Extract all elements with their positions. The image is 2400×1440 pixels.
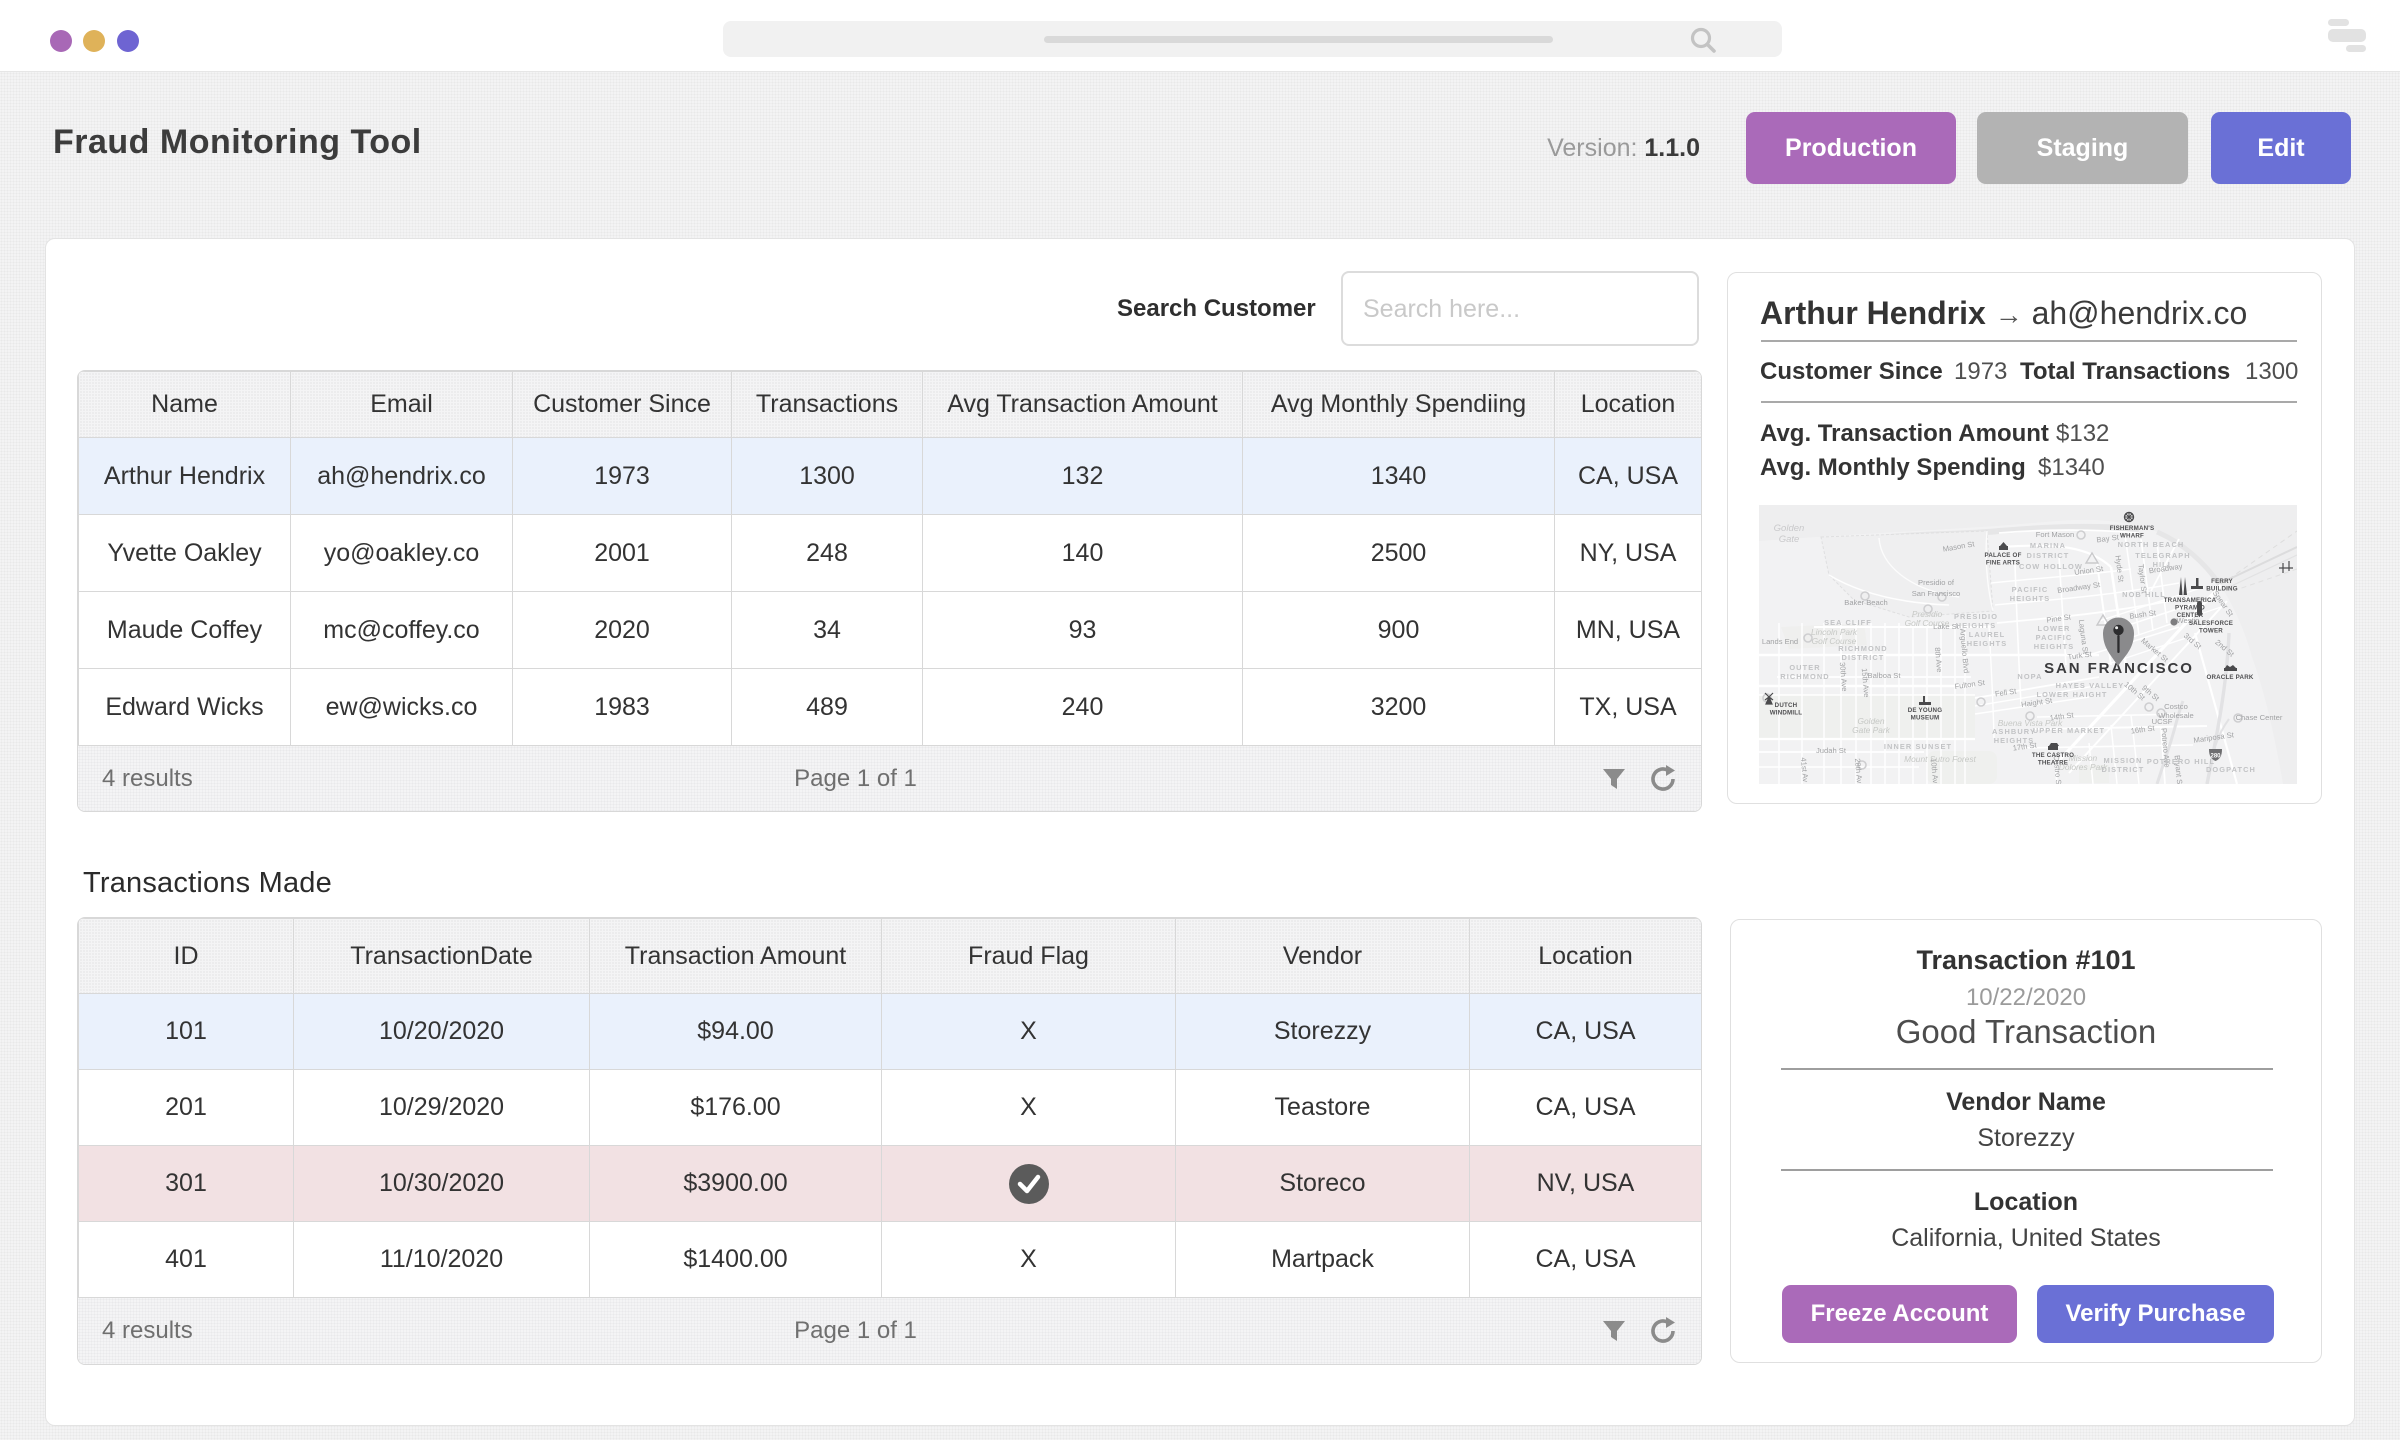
svg-text:LOWER HAIGHT: LOWER HAIGHT [2036,690,2107,699]
svg-text:DISTRICT: DISTRICT [2027,551,2070,560]
svg-text:FERRY: FERRY [2211,578,2233,585]
svg-text:OUTER: OUTER [1789,663,1820,672]
svg-text:PACIFIC: PACIFIC [2036,633,2073,642]
svg-text:WINDMILL: WINDMILL [1770,710,1803,717]
svg-text:Mount Sutro Forest: Mount Sutro Forest [1904,754,1976,764]
svg-text:Judah St: Judah St [1816,746,1847,755]
svg-text:DE YOUNG: DE YOUNG [1908,707,1943,714]
svg-text:NORTH BEACH: NORTH BEACH [2118,540,2185,549]
svg-text:Gate: Gate [1779,534,1800,545]
svg-text:TELEGRAPH: TELEGRAPH [2135,551,2190,560]
svg-text:DUTCH: DUTCH [1775,702,1798,709]
svg-text:RICHMOND: RICHMOND [1780,672,1829,681]
svg-text:San Francisco: San Francisco [1912,589,1961,598]
svg-text:PALACE OF: PALACE OF [1984,552,2021,559]
svg-text:ASHBURY: ASHBURY [1992,727,2036,736]
svg-text:POTRERO HILL: POTRERO HILL [2147,757,2215,766]
svg-text:MARINA: MARINA [2030,541,2066,550]
svg-text:Presidio of: Presidio of [1918,578,1955,587]
svg-text:THE CASTRO: THE CASTRO [2032,752,2074,759]
svg-text:HEIGHTS: HEIGHTS [2010,594,2051,603]
svg-text:DOGPATCH: DOGPATCH [2206,765,2256,774]
svg-text:HAYES VALLEY: HAYES VALLEY [2056,681,2125,690]
svg-text:Fort Mason: Fort Mason [2036,530,2074,539]
svg-text:HEIGHTS: HEIGHTS [2034,642,2075,651]
svg-text:Balboa St: Balboa St [1868,671,1902,680]
svg-text:TRANSAMERICA: TRANSAMERICA [2164,597,2217,604]
svg-text:Golf Course: Golf Course [1905,618,1950,628]
svg-text:HILL: HILL [2153,560,2174,569]
svg-text:RICHMOND: RICHMOND [1838,644,1887,653]
svg-text:LAUREL: LAUREL [1969,630,2006,639]
svg-text:HEIGHTS: HEIGHTS [1967,639,2008,648]
svg-text:NOB HILL: NOB HILL [2122,590,2166,599]
svg-text:Golden: Golden [1774,523,1805,534]
svg-text:PACIFIC: PACIFIC [2012,585,2049,594]
svg-text:Costco: Costco [2164,702,2188,711]
svg-text:Gate Park: Gate Park [1852,725,1891,735]
svg-text:LOWER: LOWER [2037,624,2070,633]
svg-text:Buena Vista Park: Buena Vista Park [1998,718,2063,728]
svg-text:DISTRICT: DISTRICT [1842,653,1885,662]
svg-text:FINE ARTS: FINE ARTS [1986,560,2020,567]
svg-text:NOPA: NOPA [2017,672,2042,681]
svg-text:INNER SUNSET: INNER SUNSET [1884,742,1952,751]
svg-text:ORACLE PARK: ORACLE PARK [2206,674,2253,681]
svg-text:Wholesale: Wholesale [2158,711,2193,720]
svg-text:TOWER: TOWER [2199,628,2223,635]
svg-text:Baker Beach: Baker Beach [1844,598,1887,607]
svg-text:PYRAMID: PYRAMID [2175,605,2205,612]
svg-text:HEIGHTS: HEIGHTS [1994,736,2035,745]
svg-text:SALESFORCE: SALESFORCE [2189,620,2233,627]
svg-text:FISHERMAN'S: FISHERMAN'S [2110,525,2155,532]
svg-text:Chase Center: Chase Center [2236,713,2283,722]
svg-text:MISSION: MISSION [2104,756,2143,765]
svg-text:SEA CLIFF: SEA CLIFF [1824,618,1872,627]
svg-text:Lands End: Lands End [1762,637,1798,646]
svg-text:BUILDING: BUILDING [2206,586,2238,593]
svg-text:CENTER: CENTER [2177,612,2204,619]
svg-text:HEIGHTS: HEIGHTS [1956,621,1997,630]
svg-text:COW HOLLOW: COW HOLLOW [2019,562,2083,571]
svg-text:DISTRICT: DISTRICT [2102,765,2145,774]
svg-text:WHARF: WHARF [2120,533,2144,540]
svg-text:PRESIDIO: PRESIDIO [1954,612,1998,621]
svg-text:MUSEUM: MUSEUM [1911,715,1940,722]
svg-text:THEATRE: THEATRE [2038,760,2068,767]
